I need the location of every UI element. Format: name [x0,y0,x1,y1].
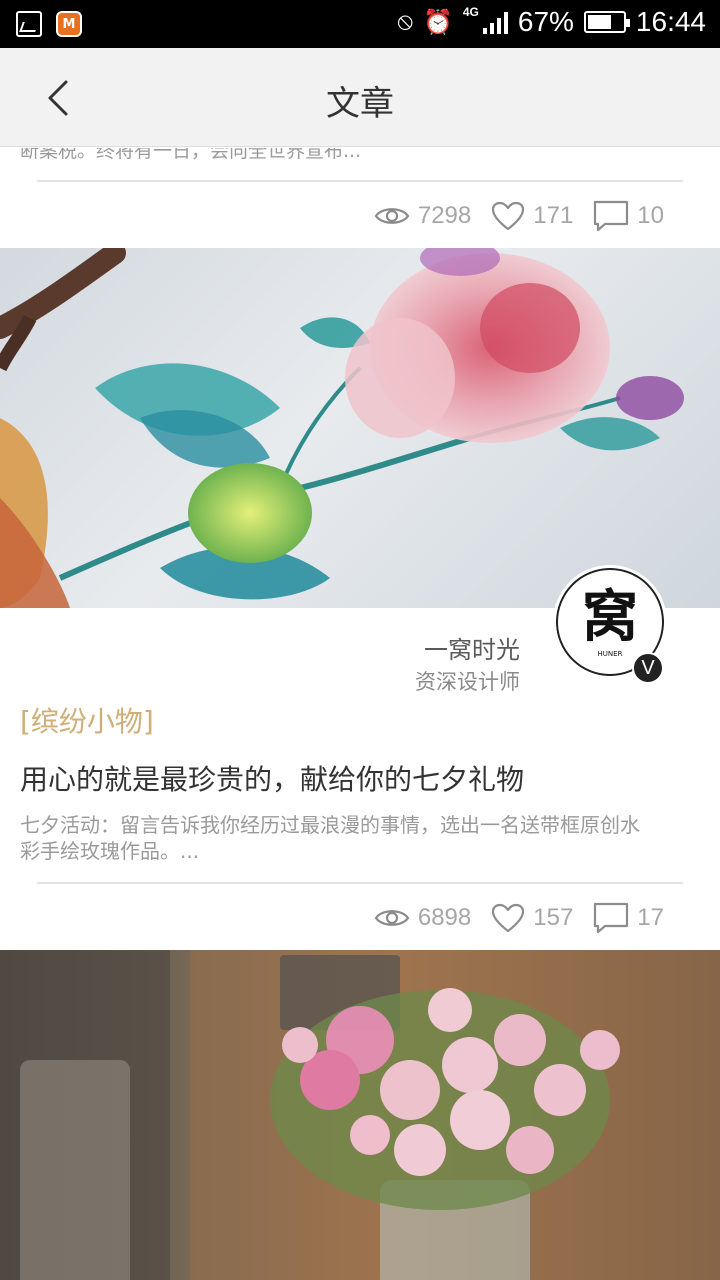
views-stat: 7298 [374,202,471,230]
author-role: 资深设计师 [415,670,520,694]
views-count: 6898 [417,904,472,931]
comments-stat[interactable]: 17 [593,902,664,934]
page-title: 文章 [326,84,394,124]
svg-text:窝: 窝 [582,585,638,650]
svg-text:HUNER: HUNER [598,650,623,658]
article-stats: 6898 157 17 [354,902,664,934]
heart-icon[interactable] [491,201,525,231]
previous-article-description[interactable]: 断案税。终将有一日，会向全世界宣布... [20,148,361,163]
alarm-icon: ⏰ [422,8,453,36]
eye-icon [374,910,410,926]
author-name[interactable]: 一窝时光 [424,630,520,665]
comments-stat[interactable]: 10 [593,200,664,232]
previous-article-stats: 7298 171 10 [354,200,664,232]
views-stat: 6898 [374,904,471,932]
next-article-cover-image[interactable] [0,950,720,1280]
article-title[interactable]: 用心的就是最珍贵的，献给你的七夕礼物 [20,758,524,798]
likes-stat[interactable]: 171 [491,201,573,231]
comment-icon[interactable] [593,902,629,934]
divider [37,180,683,182]
article-category[interactable]: [缤纷小物] [20,700,154,740]
article-cover-image[interactable] [0,248,720,608]
article-list[interactable]: 断案税。终将有一日，会向全世界宣布... 7298 171 10 窝 HUNER… [0,148,720,1280]
gallery-notification-icon [16,11,42,37]
article-description[interactable]: 七夕活动：留言告诉我你经历过最浪漫的事情，选出一名送带框原创水彩手绘玫瑰作品。.… [20,812,640,864]
status-bar: M ⦸ ⏰ 4G 67% 16:44 [0,0,720,48]
vibrate-icon: ⦸ [397,8,413,35]
comment-icon[interactable] [593,200,629,232]
app-notification-icon: M [56,11,82,37]
signal-icon [482,10,508,34]
clock: 16:44 [635,6,706,37]
watercolor-rose-illustration [0,248,684,608]
comments-count: 10 [637,202,664,229]
network-type: 4G [462,5,479,19]
heart-icon[interactable] [491,903,525,933]
likes-count: 157 [533,904,574,931]
views-count: 7298 [417,202,472,229]
comments-count: 17 [637,904,664,931]
rose-bouquet-photo [0,950,720,1280]
divider [37,882,683,884]
likes-count: 171 [533,202,574,229]
battery-percent: 67% [517,6,574,37]
eye-icon [374,208,410,224]
battery-icon [583,11,630,33]
likes-stat[interactable]: 157 [491,903,573,933]
app-header: 文章 [0,48,720,147]
verified-badge: V [632,652,664,684]
